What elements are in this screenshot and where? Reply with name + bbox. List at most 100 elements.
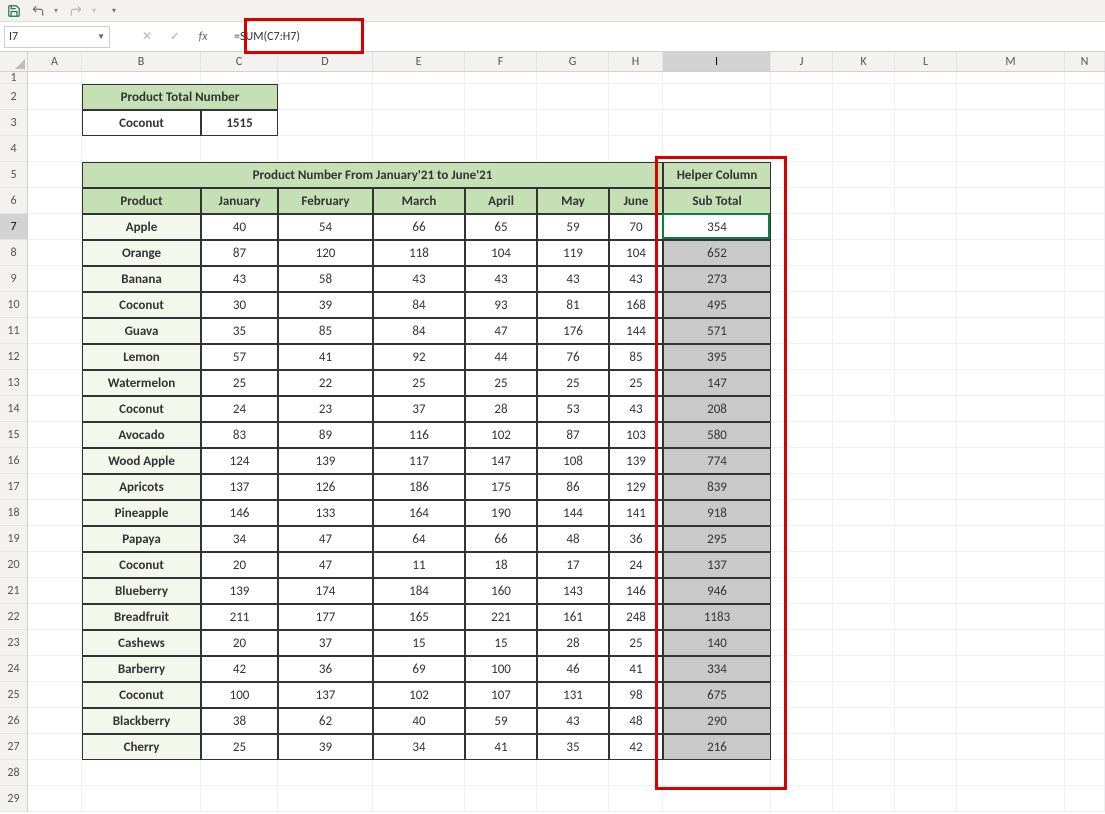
- data-cell[interactable]: 39: [278, 734, 373, 760]
- cell[interactable]: [895, 162, 957, 188]
- row-header-18[interactable]: 18: [0, 500, 27, 526]
- cell[interactable]: [895, 474, 957, 500]
- cell[interactable]: [895, 682, 957, 708]
- row-header-2[interactable]: 2: [0, 84, 27, 110]
- cell[interactable]: [895, 630, 957, 656]
- subtotal-cell[interactable]: 147: [663, 370, 771, 396]
- cell[interactable]: [663, 136, 771, 162]
- data-cell[interactable]: 92: [373, 344, 465, 370]
- data-cell[interactable]: 87: [537, 422, 609, 448]
- data-cell[interactable]: 57: [201, 344, 278, 370]
- cell[interactable]: [465, 110, 537, 136]
- data-cell[interactable]: 100: [201, 682, 278, 708]
- cell[interactable]: [957, 110, 1065, 136]
- cell[interactable]: [833, 292, 895, 318]
- data-cell[interactable]: 58: [278, 266, 373, 292]
- cell[interactable]: [537, 84, 609, 110]
- select-all-cell[interactable]: [0, 52, 28, 71]
- cell[interactable]: [1065, 708, 1105, 734]
- data-cell[interactable]: 65: [465, 214, 537, 240]
- row-header-6[interactable]: 6: [0, 188, 27, 214]
- cell[interactable]: [771, 188, 833, 214]
- name-box[interactable]: I7 ▼: [4, 26, 110, 48]
- data-cell[interactable]: 25: [537, 370, 609, 396]
- cell[interactable]: [957, 708, 1065, 734]
- cell[interactable]: [465, 760, 537, 786]
- fx-icon[interactable]: fx: [196, 30, 210, 44]
- cell[interactable]: [771, 578, 833, 604]
- cell[interactable]: [771, 630, 833, 656]
- cell[interactable]: [663, 786, 771, 812]
- column-header-M[interactable]: M: [957, 52, 1065, 71]
- column-header-C[interactable]: C: [201, 52, 278, 71]
- cell[interactable]: [833, 214, 895, 240]
- cell[interactable]: [833, 84, 895, 110]
- cell[interactable]: [1065, 760, 1105, 786]
- data-cell[interactable]: 119: [537, 240, 609, 266]
- cell[interactable]: [465, 72, 537, 84]
- data-cell[interactable]: 66: [373, 214, 465, 240]
- row-header-20[interactable]: 20: [0, 552, 27, 578]
- cell[interactable]: [373, 84, 465, 110]
- cell[interactable]: [771, 656, 833, 682]
- cell[interactable]: [537, 72, 609, 84]
- cell[interactable]: [957, 396, 1065, 422]
- data-cell[interactable]: 18: [465, 552, 537, 578]
- cell[interactable]: [833, 474, 895, 500]
- cell[interactable]: [895, 786, 957, 812]
- data-cell[interactable]: 25: [609, 630, 663, 656]
- cell[interactable]: [28, 656, 82, 682]
- data-cell[interactable]: 84: [373, 292, 465, 318]
- subtotal-cell[interactable]: 918: [663, 500, 771, 526]
- cell[interactable]: [957, 214, 1065, 240]
- column-header-G[interactable]: G: [537, 52, 609, 71]
- cell[interactable]: [771, 448, 833, 474]
- subtotal-cell[interactable]: 334: [663, 656, 771, 682]
- cell[interactable]: [609, 786, 663, 812]
- cell[interactable]: [957, 578, 1065, 604]
- data-cell[interactable]: 24: [201, 396, 278, 422]
- cell[interactable]: [833, 240, 895, 266]
- data-cell[interactable]: 41: [278, 344, 373, 370]
- data-cell[interactable]: 43: [201, 266, 278, 292]
- cell[interactable]: [957, 72, 1065, 84]
- cell[interactable]: [895, 240, 957, 266]
- cell[interactable]: [278, 84, 373, 110]
- cell[interactable]: [771, 682, 833, 708]
- cell[interactable]: [895, 760, 957, 786]
- data-cell[interactable]: 76: [537, 344, 609, 370]
- cell[interactable]: [28, 526, 82, 552]
- cell[interactable]: [1065, 214, 1105, 240]
- cancel-formula-icon[interactable]: ✕: [140, 29, 154, 44]
- data-cell[interactable]: 47: [465, 318, 537, 344]
- data-cell[interactable]: 81: [537, 292, 609, 318]
- cell[interactable]: [771, 136, 833, 162]
- data-cell[interactable]: 25: [201, 734, 278, 760]
- cell[interactable]: [1065, 318, 1105, 344]
- data-cell[interactable]: 42: [609, 734, 663, 760]
- subtotal-cell[interactable]: 295: [663, 526, 771, 552]
- cell[interactable]: [833, 188, 895, 214]
- cell[interactable]: [1065, 370, 1105, 396]
- row-header-24[interactable]: 24: [0, 656, 27, 682]
- cell[interactable]: [663, 110, 771, 136]
- spreadsheet-grid[interactable]: 1234567891011121314151617181920212223242…: [0, 72, 1105, 812]
- cell[interactable]: [1065, 162, 1105, 188]
- cell[interactable]: [895, 188, 957, 214]
- cell[interactable]: [833, 370, 895, 396]
- data-cell[interactable]: 43: [537, 708, 609, 734]
- data-cell[interactable]: 139: [201, 578, 278, 604]
- cell[interactable]: [1065, 500, 1105, 526]
- cell[interactable]: [771, 292, 833, 318]
- data-cell[interactable]: 102: [373, 682, 465, 708]
- cell[interactable]: [895, 292, 957, 318]
- data-cell[interactable]: 84: [373, 318, 465, 344]
- cell[interactable]: [771, 110, 833, 136]
- cell[interactable]: [28, 292, 82, 318]
- data-cell[interactable]: 139: [278, 448, 373, 474]
- data-cell[interactable]: 174: [278, 578, 373, 604]
- data-cell[interactable]: 143: [537, 578, 609, 604]
- subtotal-cell[interactable]: 839: [663, 474, 771, 500]
- data-cell[interactable]: 161: [537, 604, 609, 630]
- data-cell[interactable]: 248: [609, 604, 663, 630]
